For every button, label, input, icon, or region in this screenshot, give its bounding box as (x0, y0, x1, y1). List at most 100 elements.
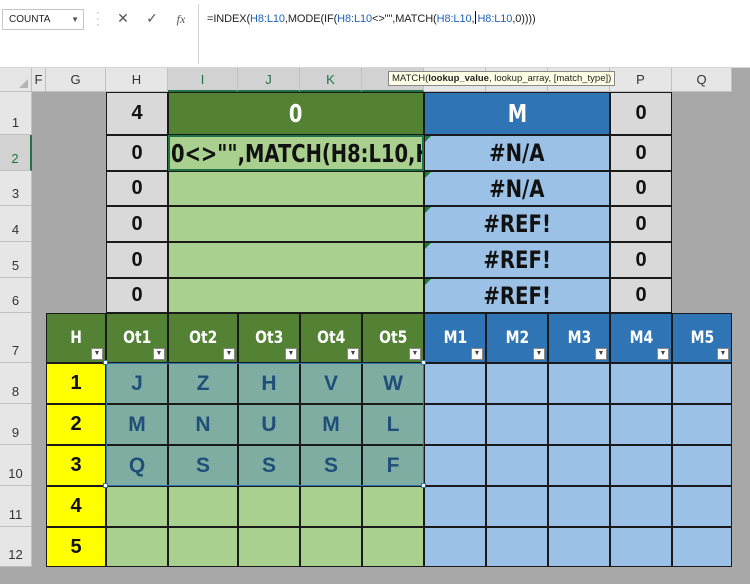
table-cell-m2-5[interactable] (486, 527, 548, 567)
cell-p5[interactable]: 0 (610, 242, 672, 278)
table-cell-h-2[interactable]: 2 (46, 404, 106, 445)
cell-i1-merged[interactable]: 0 (168, 92, 424, 135)
row-header-3[interactable]: 3 (0, 171, 32, 206)
table-cell-m5-1[interactable] (672, 363, 732, 404)
table-header-ot1[interactable]: Ot1 ▼ (106, 313, 168, 363)
table-cell-m1-2[interactable] (424, 404, 486, 445)
table-header-m1[interactable]: M1 ▼ (424, 313, 486, 363)
filter-dropdown-icon[interactable]: ▼ (595, 348, 607, 360)
cell-p4[interactable]: 0 (610, 206, 672, 242)
table-cell-ot3-4[interactable] (238, 486, 300, 527)
cell-m2-merged[interactable]: #N/A (424, 135, 610, 171)
table-cell-ot4-5[interactable] (300, 527, 362, 567)
column-header-j[interactable]: J (238, 68, 300, 92)
table-cell-ot2-5[interactable] (168, 527, 238, 567)
filter-dropdown-icon[interactable]: ▼ (223, 348, 235, 360)
filter-dropdown-icon[interactable]: ▼ (409, 348, 421, 360)
table-cell-ot5-5[interactable] (362, 527, 424, 567)
cell-p3[interactable]: 0 (610, 171, 672, 206)
table-cell-ot3-3[interactable]: S (238, 445, 300, 486)
cell-i5-merged[interactable] (168, 242, 424, 278)
filter-dropdown-icon[interactable]: ▼ (285, 348, 297, 360)
table-header-ot5[interactable]: Ot5 ▼ (362, 313, 424, 363)
select-all-button[interactable] (0, 68, 32, 92)
table-cell-ot2-3[interactable]: S (168, 445, 238, 486)
filter-dropdown-icon[interactable]: ▼ (91, 348, 103, 360)
table-cell-m4-2[interactable] (610, 404, 672, 445)
cell-h5[interactable]: 0 (106, 242, 168, 278)
cell-m1-merged[interactable]: M (424, 92, 610, 135)
row-header-8[interactable]: 8 (0, 363, 32, 404)
formula-bar-grip-icon[interactable]: · · · (96, 8, 100, 31)
table-cell-m3-2[interactable] (548, 404, 610, 445)
table-cell-m4-3[interactable] (610, 445, 672, 486)
table-header-ot3[interactable]: Ot3 ▼ (238, 313, 300, 363)
cell-h3[interactable]: 0 (106, 171, 168, 206)
table-cell-m4-4[interactable] (610, 486, 672, 527)
row-header-10[interactable]: 10 (0, 445, 32, 486)
table-cell-m1-4[interactable] (424, 486, 486, 527)
table-cell-ot3-1[interactable]: H (238, 363, 300, 404)
filter-dropdown-icon[interactable]: ▼ (153, 348, 165, 360)
table-cell-ot2-4[interactable] (168, 486, 238, 527)
table-cell-m3-5[interactable] (548, 527, 610, 567)
insert-function-icon[interactable]: fx (169, 9, 193, 30)
cancel-icon[interactable]: ✕ (111, 9, 135, 30)
table-cell-ot4-2[interactable]: M (300, 404, 362, 445)
table-cell-m1-5[interactable] (424, 527, 486, 567)
column-header-f[interactable]: F (32, 68, 46, 92)
row-header-6[interactable]: 6 (0, 278, 32, 313)
table-cell-ot5-2[interactable]: L (362, 404, 424, 445)
formula-input[interactable]: =INDEX(H8:L10,MODE(IF(H8:L10<>"",MATCH(H… (207, 11, 536, 25)
column-header-i[interactable]: I (168, 68, 238, 92)
row-header-7[interactable]: 7 (0, 313, 32, 363)
filter-dropdown-icon[interactable]: ▼ (347, 348, 359, 360)
row-header-9[interactable]: 9 (0, 404, 32, 445)
cell-h1[interactable]: 4 (106, 92, 168, 135)
row-header-11[interactable]: 11 (0, 486, 32, 527)
table-cell-m3-3[interactable] (548, 445, 610, 486)
table-header-m4[interactable]: M4 ▼ (610, 313, 672, 363)
column-header-k[interactable]: K (300, 68, 362, 92)
cell-h2[interactable]: 0 (106, 135, 168, 171)
table-header-m2[interactable]: M2 ▼ (486, 313, 548, 363)
cell-i4-merged[interactable] (168, 206, 424, 242)
cell-m3-merged[interactable]: #N/A (424, 171, 610, 206)
table-cell-ot5-3[interactable]: F (362, 445, 424, 486)
table-cell-ot1-1[interactable]: J (106, 363, 168, 404)
table-cell-m2-1[interactable] (486, 363, 548, 404)
table-cell-ot4-4[interactable] (300, 486, 362, 527)
table-cell-ot1-3[interactable]: Q (106, 445, 168, 486)
row-header-5[interactable]: 5 (0, 242, 32, 278)
table-cell-ot3-2[interactable]: U (238, 404, 300, 445)
table-cell-m1-1[interactable] (424, 363, 486, 404)
row-header-4[interactable]: 4 (0, 206, 32, 242)
table-header-m5[interactable]: M5 ▼ (672, 313, 732, 363)
table-header-ot4[interactable]: Ot4 ▼ (300, 313, 362, 363)
column-header-p[interactable]: P (610, 68, 672, 92)
row-header-2[interactable]: 2 (0, 135, 32, 171)
cell-h4[interactable]: 0 (106, 206, 168, 242)
row-header-12[interactable]: 12 (0, 527, 32, 567)
enter-icon[interactable]: ✓ (140, 9, 164, 30)
column-header-h[interactable]: H (106, 68, 168, 92)
table-header-ot2[interactable]: Ot2 ▼ (168, 313, 238, 363)
table-cell-m3-1[interactable] (548, 363, 610, 404)
table-cell-m5-5[interactable] (672, 527, 732, 567)
column-header-g[interactable]: G (46, 68, 106, 92)
table-cell-ot5-4[interactable] (362, 486, 424, 527)
table-cell-m2-3[interactable] (486, 445, 548, 486)
row-header-1[interactable]: 1 (0, 92, 32, 135)
table-cell-m1-3[interactable] (424, 445, 486, 486)
table-cell-h-5[interactable]: 5 (46, 527, 106, 567)
table-cell-m4-1[interactable] (610, 363, 672, 404)
column-header-q[interactable]: Q (672, 68, 732, 92)
table-cell-h-4[interactable]: 4 (46, 486, 106, 527)
cell-m6-merged[interactable]: #REF! (424, 278, 610, 313)
table-cell-h-1[interactable]: 1 (46, 363, 106, 404)
filter-dropdown-icon[interactable]: ▼ (717, 348, 729, 360)
filter-dropdown-icon[interactable]: ▼ (471, 348, 483, 360)
table-cell-m4-5[interactable] (610, 527, 672, 567)
name-box-dropdown-icon[interactable]: ▼ (71, 10, 79, 29)
table-cell-ot2-1[interactable]: Z (168, 363, 238, 404)
